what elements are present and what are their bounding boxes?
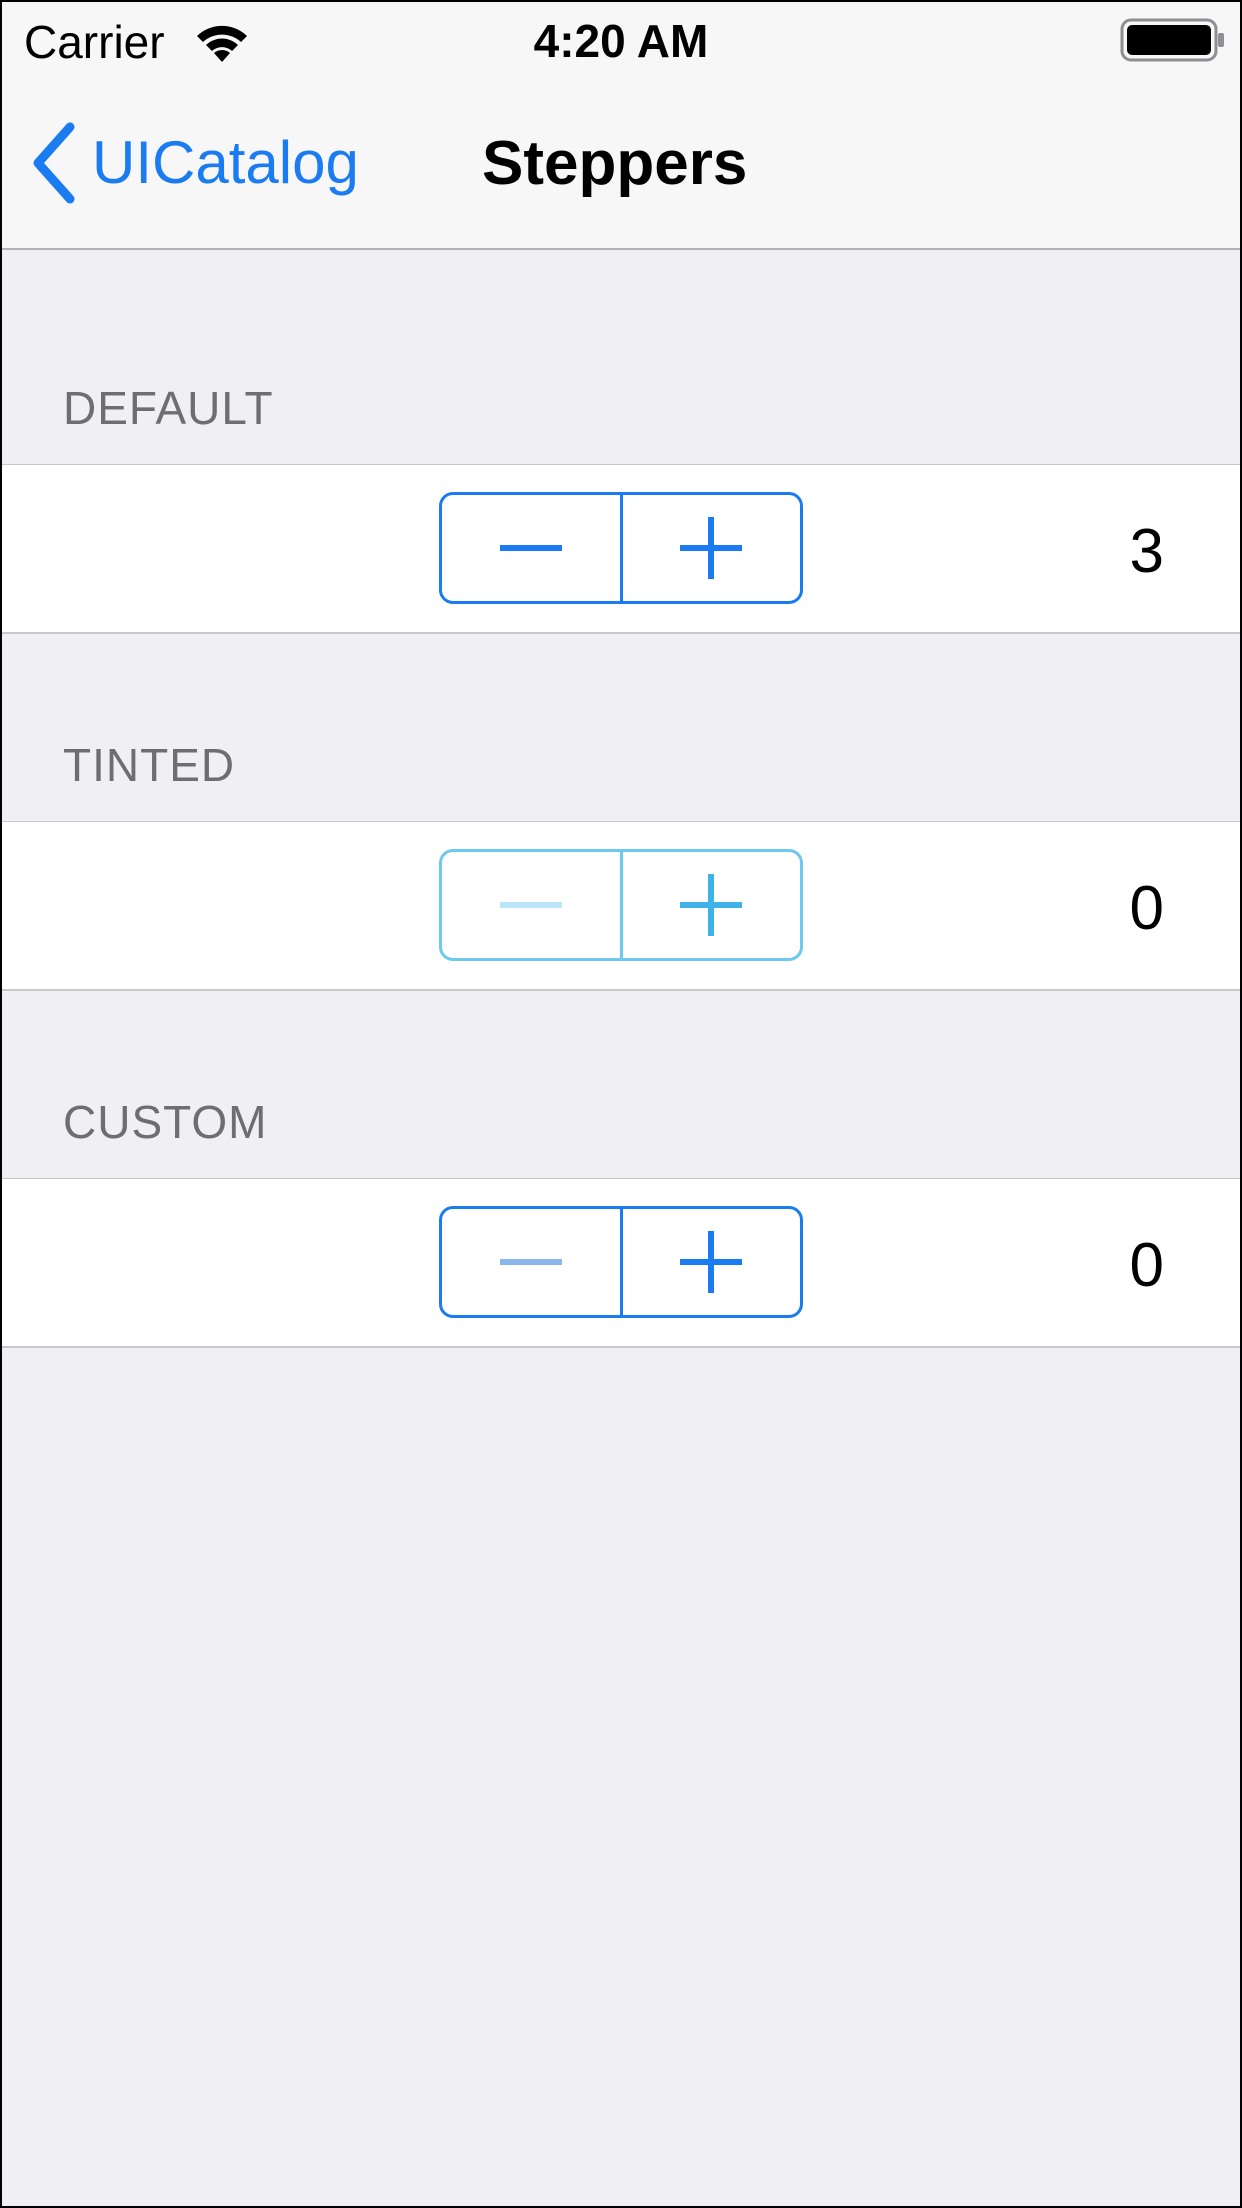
page-title: Steppers [482, 129, 748, 198]
increment-button[interactable] [623, 495, 801, 601]
increment-button[interactable] [623, 1209, 801, 1315]
section-header-tinted: TINTED [63, 739, 236, 791]
battery-icon [1120, 18, 1224, 62]
stepper-value: 0 [1129, 1231, 1164, 1300]
status-bar: Carrier 4:20 AM [0, 0, 1242, 84]
plus-icon [680, 874, 743, 936]
minus-icon [499, 902, 562, 908]
navigation-bar: UICatalog Steppers [0, 84, 1242, 250]
stepper-value: 3 [1129, 517, 1164, 586]
chevron-left-icon [33, 122, 75, 204]
back-button[interactable]: UICatalog [30, 118, 359, 208]
decrement-button[interactable] [442, 852, 620, 958]
custom-stepper [439, 1206, 803, 1318]
decrement-button[interactable] [442, 1209, 620, 1315]
plus-icon [680, 1231, 743, 1293]
minus-icon [499, 1259, 562, 1265]
default-stepper [439, 492, 803, 604]
clock: 4:20 AM [533, 15, 709, 67]
section-header-custom: CUSTOM [63, 1096, 268, 1148]
stepper-row-custom: 0 [0, 1178, 1242, 1348]
stepper-row-tinted: 0 [0, 821, 1242, 991]
decrement-button[interactable] [442, 495, 620, 601]
increment-button[interactable] [623, 852, 801, 958]
section-header-default: DEFAULT [63, 382, 274, 434]
plus-icon [680, 517, 743, 579]
tinted-stepper [439, 849, 803, 961]
stepper-row-default: 3 [0, 464, 1242, 634]
stepper-value: 0 [1129, 874, 1164, 943]
minus-icon [499, 545, 562, 551]
back-button-label: UICatalog [92, 129, 359, 196]
